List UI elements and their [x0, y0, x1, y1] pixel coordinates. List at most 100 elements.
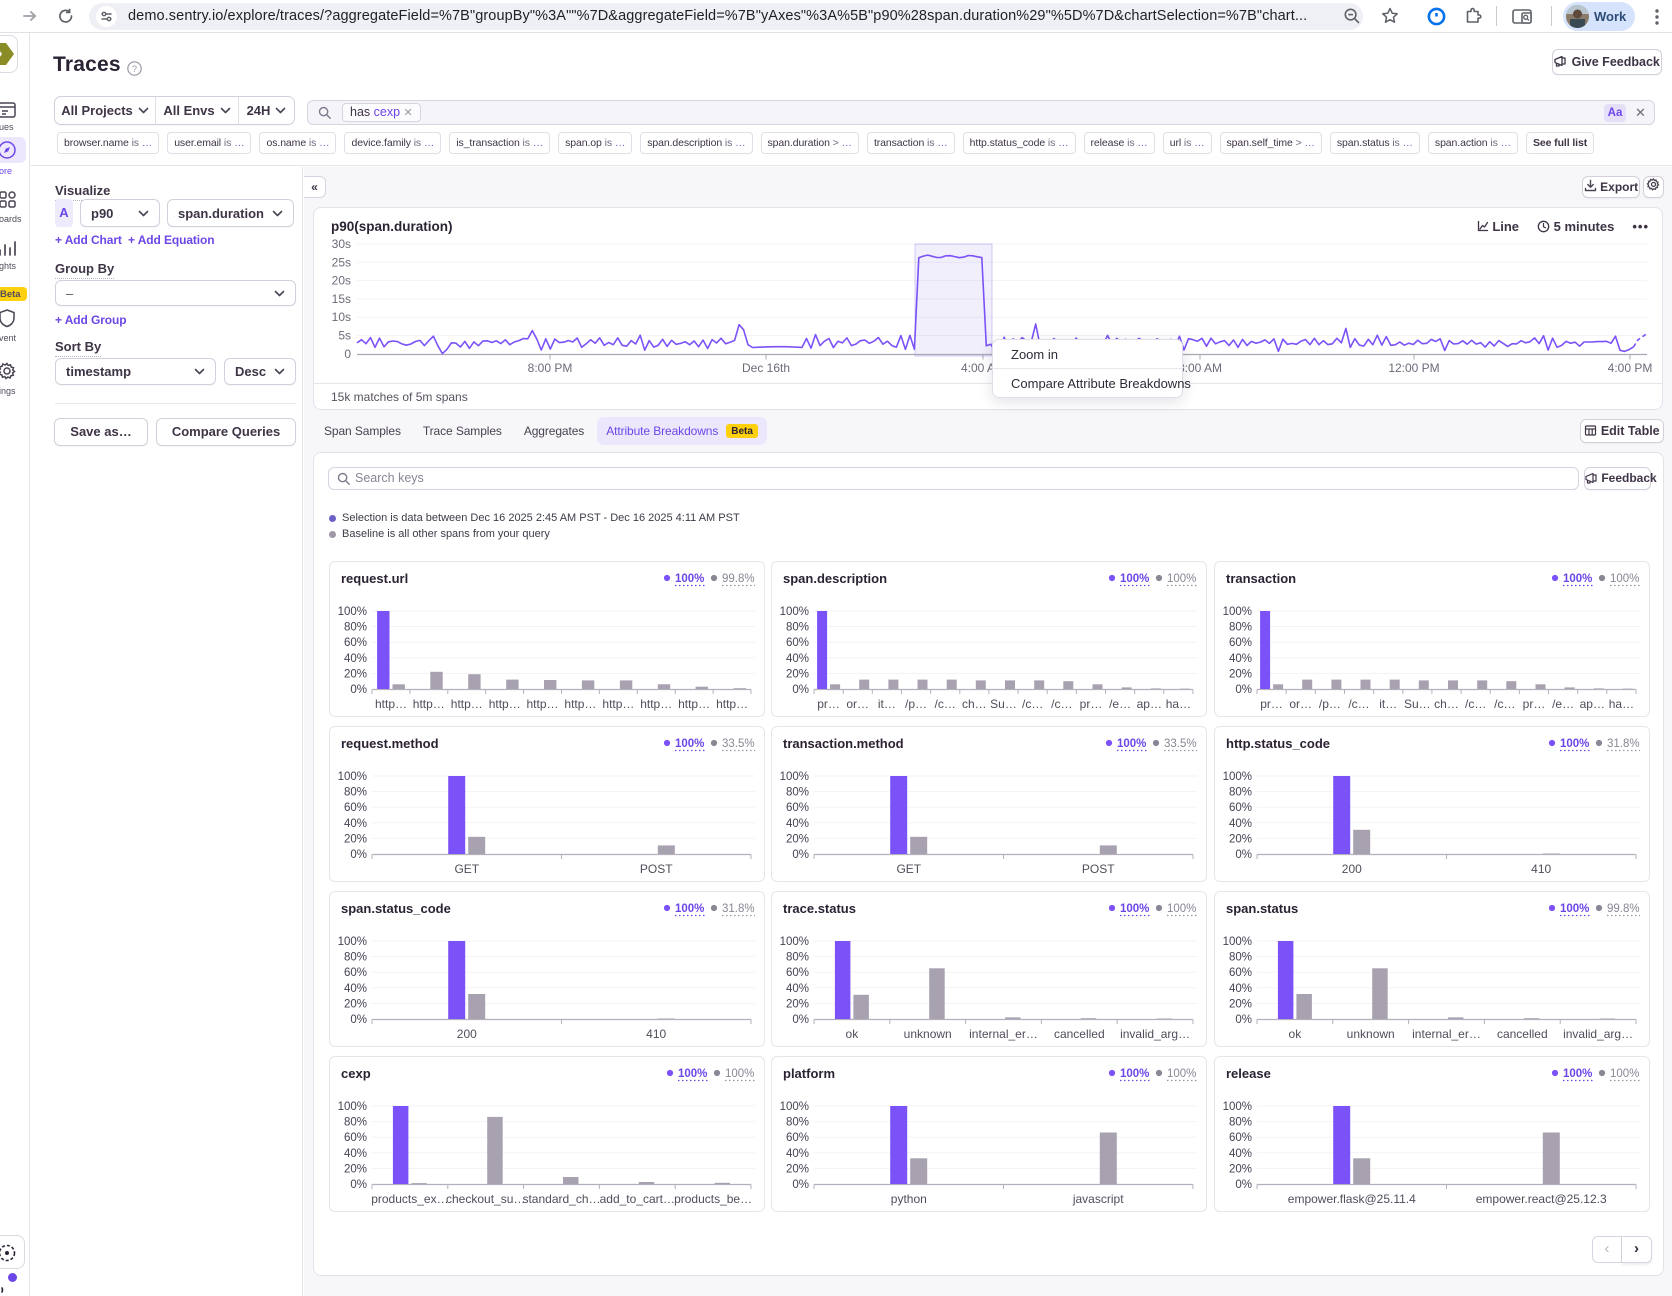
svg-text:200: 200: [457, 1027, 477, 1041]
svg-text:http.status_code: http.status_code: [1226, 736, 1330, 751]
svg-text:100%: 100%: [1610, 1068, 1639, 1080]
svg-text:checkout_su…: checkout_su…: [446, 1192, 525, 1206]
svg-text:100%: 100%: [1167, 573, 1196, 585]
svg-text:invalid_arg…: invalid_arg…: [1120, 1027, 1190, 1041]
svg-text:100%: 100%: [1223, 936, 1252, 948]
svg-text:100%: 100%: [780, 606, 809, 618]
svg-text:25s: 25s: [332, 255, 351, 269]
svg-text:5s: 5s: [338, 329, 351, 343]
svg-text:20%: 20%: [344, 833, 367, 845]
svg-text:40%: 40%: [344, 983, 367, 995]
svg-text:4:00 PM: 4:00 PM: [1608, 361, 1653, 375]
svg-text:100%: 100%: [1610, 573, 1639, 585]
svg-text:0%: 0%: [350, 684, 367, 696]
svg-text:/c…: /c…: [1051, 697, 1072, 711]
svg-text:cancelled: cancelled: [1054, 1027, 1105, 1041]
svg-text:8:00 PM: 8:00 PM: [528, 361, 573, 375]
svg-text:GET: GET: [896, 862, 921, 876]
svg-text:100%: 100%: [725, 1068, 754, 1080]
svg-text:100%: 100%: [1223, 1101, 1252, 1113]
svg-text:40%: 40%: [344, 1148, 367, 1160]
svg-text:100%: 100%: [1117, 738, 1146, 750]
svg-text:60%: 60%: [1229, 802, 1252, 814]
svg-text:empower.react@25.12.3: empower.react@25.12.3: [1476, 1192, 1607, 1206]
svg-text:31.8%: 31.8%: [722, 903, 755, 915]
svg-text:33.5%: 33.5%: [1164, 738, 1197, 750]
svg-text:/c…: /c…: [935, 697, 956, 711]
svg-text:ok: ok: [1289, 1027, 1303, 1041]
svg-text:it…: it…: [878, 697, 896, 711]
svg-text:/c…: /c…: [1022, 697, 1043, 711]
svg-text:80%: 80%: [1229, 787, 1252, 799]
svg-text:transaction.method: transaction.method: [783, 736, 904, 751]
svg-text:0%: 0%: [1235, 684, 1252, 696]
svg-text:100%: 100%: [675, 738, 704, 750]
svg-text:http…: http…: [451, 697, 483, 711]
svg-text:standard_ch…: standard_ch…: [522, 1192, 600, 1206]
svg-text:ok: ok: [846, 1027, 860, 1041]
svg-text:http…: http…: [375, 697, 407, 711]
svg-text:products_ex…: products_ex…: [371, 1192, 448, 1206]
svg-text:100%: 100%: [1120, 573, 1149, 585]
svg-text:100%: 100%: [780, 771, 809, 783]
svg-text:60%: 60%: [1229, 1132, 1252, 1144]
svg-text:100%: 100%: [1223, 771, 1252, 783]
svg-text:http…: http…: [526, 697, 558, 711]
svg-text:0: 0: [344, 347, 351, 361]
svg-text:unknown: unknown: [904, 1027, 952, 1041]
svg-text:100%: 100%: [675, 573, 704, 585]
svg-text:100%: 100%: [338, 1101, 367, 1113]
svg-text:/p…: /p…: [1319, 697, 1341, 711]
svg-text:200: 200: [1342, 862, 1362, 876]
svg-text:0%: 0%: [792, 684, 809, 696]
svg-text:pr…: pr…: [1260, 697, 1283, 711]
svg-text:10s: 10s: [332, 310, 351, 324]
svg-text:http…: http…: [413, 697, 445, 711]
svg-text:60%: 60%: [344, 1132, 367, 1144]
svg-text:ch…: ch…: [1434, 697, 1459, 711]
svg-text:12:00 PM: 12:00 PM: [1388, 361, 1439, 375]
svg-text:100%: 100%: [675, 903, 704, 915]
svg-text:0%: 0%: [1235, 849, 1252, 861]
svg-text:100%: 100%: [1167, 903, 1196, 915]
svg-text:20%: 20%: [786, 668, 809, 680]
svg-text:100%: 100%: [780, 936, 809, 948]
svg-text:release: release: [1226, 1066, 1271, 1081]
svg-text:31.8%: 31.8%: [1607, 738, 1640, 750]
svg-text:products_be…: products_be…: [674, 1192, 752, 1206]
svg-text:ap…: ap…: [1580, 697, 1605, 711]
svg-text:span.status_code: span.status_code: [341, 901, 451, 916]
svg-text:100%: 100%: [1223, 606, 1252, 618]
svg-text:/c…: /c…: [1494, 697, 1515, 711]
svg-text:0%: 0%: [792, 1179, 809, 1191]
svg-text:cancelled: cancelled: [1497, 1027, 1548, 1041]
svg-text:80%: 80%: [1229, 1117, 1252, 1129]
svg-text:POST: POST: [640, 862, 673, 876]
svg-text:request.url: request.url: [341, 571, 408, 586]
svg-text:ch…: ch…: [962, 697, 987, 711]
svg-text:20%: 20%: [1229, 833, 1252, 845]
svg-text:30s: 30s: [332, 237, 351, 251]
svg-text:410: 410: [646, 1027, 666, 1041]
svg-text:20%: 20%: [1229, 998, 1252, 1010]
svg-text:80%: 80%: [786, 1117, 809, 1129]
svg-text:80%: 80%: [344, 622, 367, 634]
svg-text:empower.flask@25.11.4: empower.flask@25.11.4: [1288, 1192, 1416, 1206]
svg-text:15s: 15s: [332, 292, 351, 306]
svg-text:40%: 40%: [1229, 818, 1252, 830]
svg-text:100%: 100%: [1563, 1068, 1592, 1080]
svg-text:80%: 80%: [786, 622, 809, 634]
svg-text:http…: http…: [678, 697, 710, 711]
svg-text:33.5%: 33.5%: [722, 738, 755, 750]
svg-text:100%: 100%: [1560, 903, 1589, 915]
svg-text:80%: 80%: [786, 787, 809, 799]
svg-text:20%: 20%: [344, 668, 367, 680]
svg-text:40%: 40%: [786, 818, 809, 830]
svg-text:0%: 0%: [350, 1014, 367, 1026]
svg-text:20%: 20%: [786, 833, 809, 845]
svg-text:internal_er…: internal_er…: [969, 1027, 1038, 1041]
svg-text:60%: 60%: [1229, 637, 1252, 649]
svg-text:request.method: request.method: [341, 736, 439, 751]
svg-text:20%: 20%: [344, 998, 367, 1010]
svg-text:60%: 60%: [786, 1132, 809, 1144]
